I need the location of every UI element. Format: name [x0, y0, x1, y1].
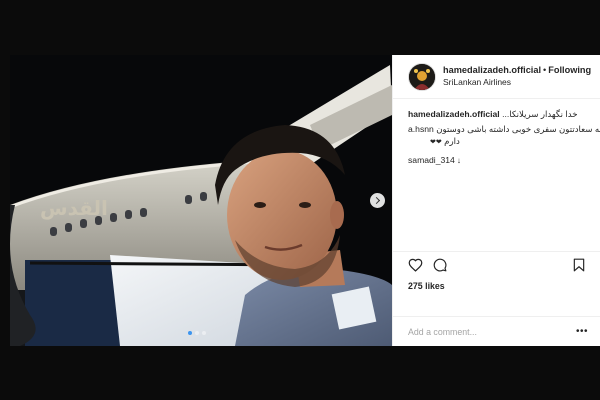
likes-count[interactable]: 275 likes: [408, 281, 445, 291]
like-button[interactable]: [408, 258, 423, 272]
post-header: hamedalizadeh.official • Following SriLank…: [393, 55, 600, 99]
comment-bar: •••: [393, 316, 600, 346]
post-photo[interactable]: القدس: [10, 55, 392, 346]
mention-link[interactable]: samadi_314 ↓: [408, 155, 585, 165]
carousel-dot: [202, 331, 206, 335]
next-photo-button[interactable]: [370, 193, 385, 208]
save-button[interactable]: [573, 258, 585, 272]
aircraft-lettering: القدس: [40, 196, 108, 220]
separator: •: [543, 65, 547, 76]
post-details-panel: hamedalizadeh.official • Following SriLank…: [392, 55, 600, 346]
post-modal: القدس hamedalizadeh.official • Following…: [10, 55, 600, 346]
caption-line-3: دارم: [444, 136, 460, 146]
carousel-indicator: [188, 331, 206, 335]
caption-line-2: خوشا به سعادتتون سفری خوبی داشته باشی دو…: [436, 124, 600, 134]
bookmark-icon: [573, 258, 585, 271]
carousel-dot: [195, 331, 199, 335]
comment-input[interactable]: [408, 326, 576, 337]
mention-link[interactable]: a.hsnn: [408, 124, 434, 134]
avatar[interactable]: [408, 62, 436, 91]
heart-icon: [408, 258, 423, 272]
username-link[interactable]: hamedalizadeh.official: [443, 65, 541, 75]
caption-text: خدا نگهدار سریلانکا...: [502, 109, 578, 119]
caption-author[interactable]: hamedalizadeh.official: [408, 109, 500, 119]
location-link[interactable]: SriLankan Airlines: [443, 77, 591, 88]
carousel-dot: [188, 331, 192, 335]
heart-emoji: ❤❤: [430, 139, 442, 146]
chevron-right-icon: [372, 196, 381, 205]
following-button[interactable]: Following: [548, 65, 591, 75]
comment-button[interactable]: [433, 258, 447, 272]
selfie-photo: القدس: [10, 55, 392, 346]
caption: hamedalizadeh.official خدا نگهدار سریلان…: [393, 99, 600, 165]
comment-icon: [433, 258, 447, 271]
action-bar: [393, 251, 600, 277]
more-options-button[interactable]: •••: [576, 326, 588, 337]
